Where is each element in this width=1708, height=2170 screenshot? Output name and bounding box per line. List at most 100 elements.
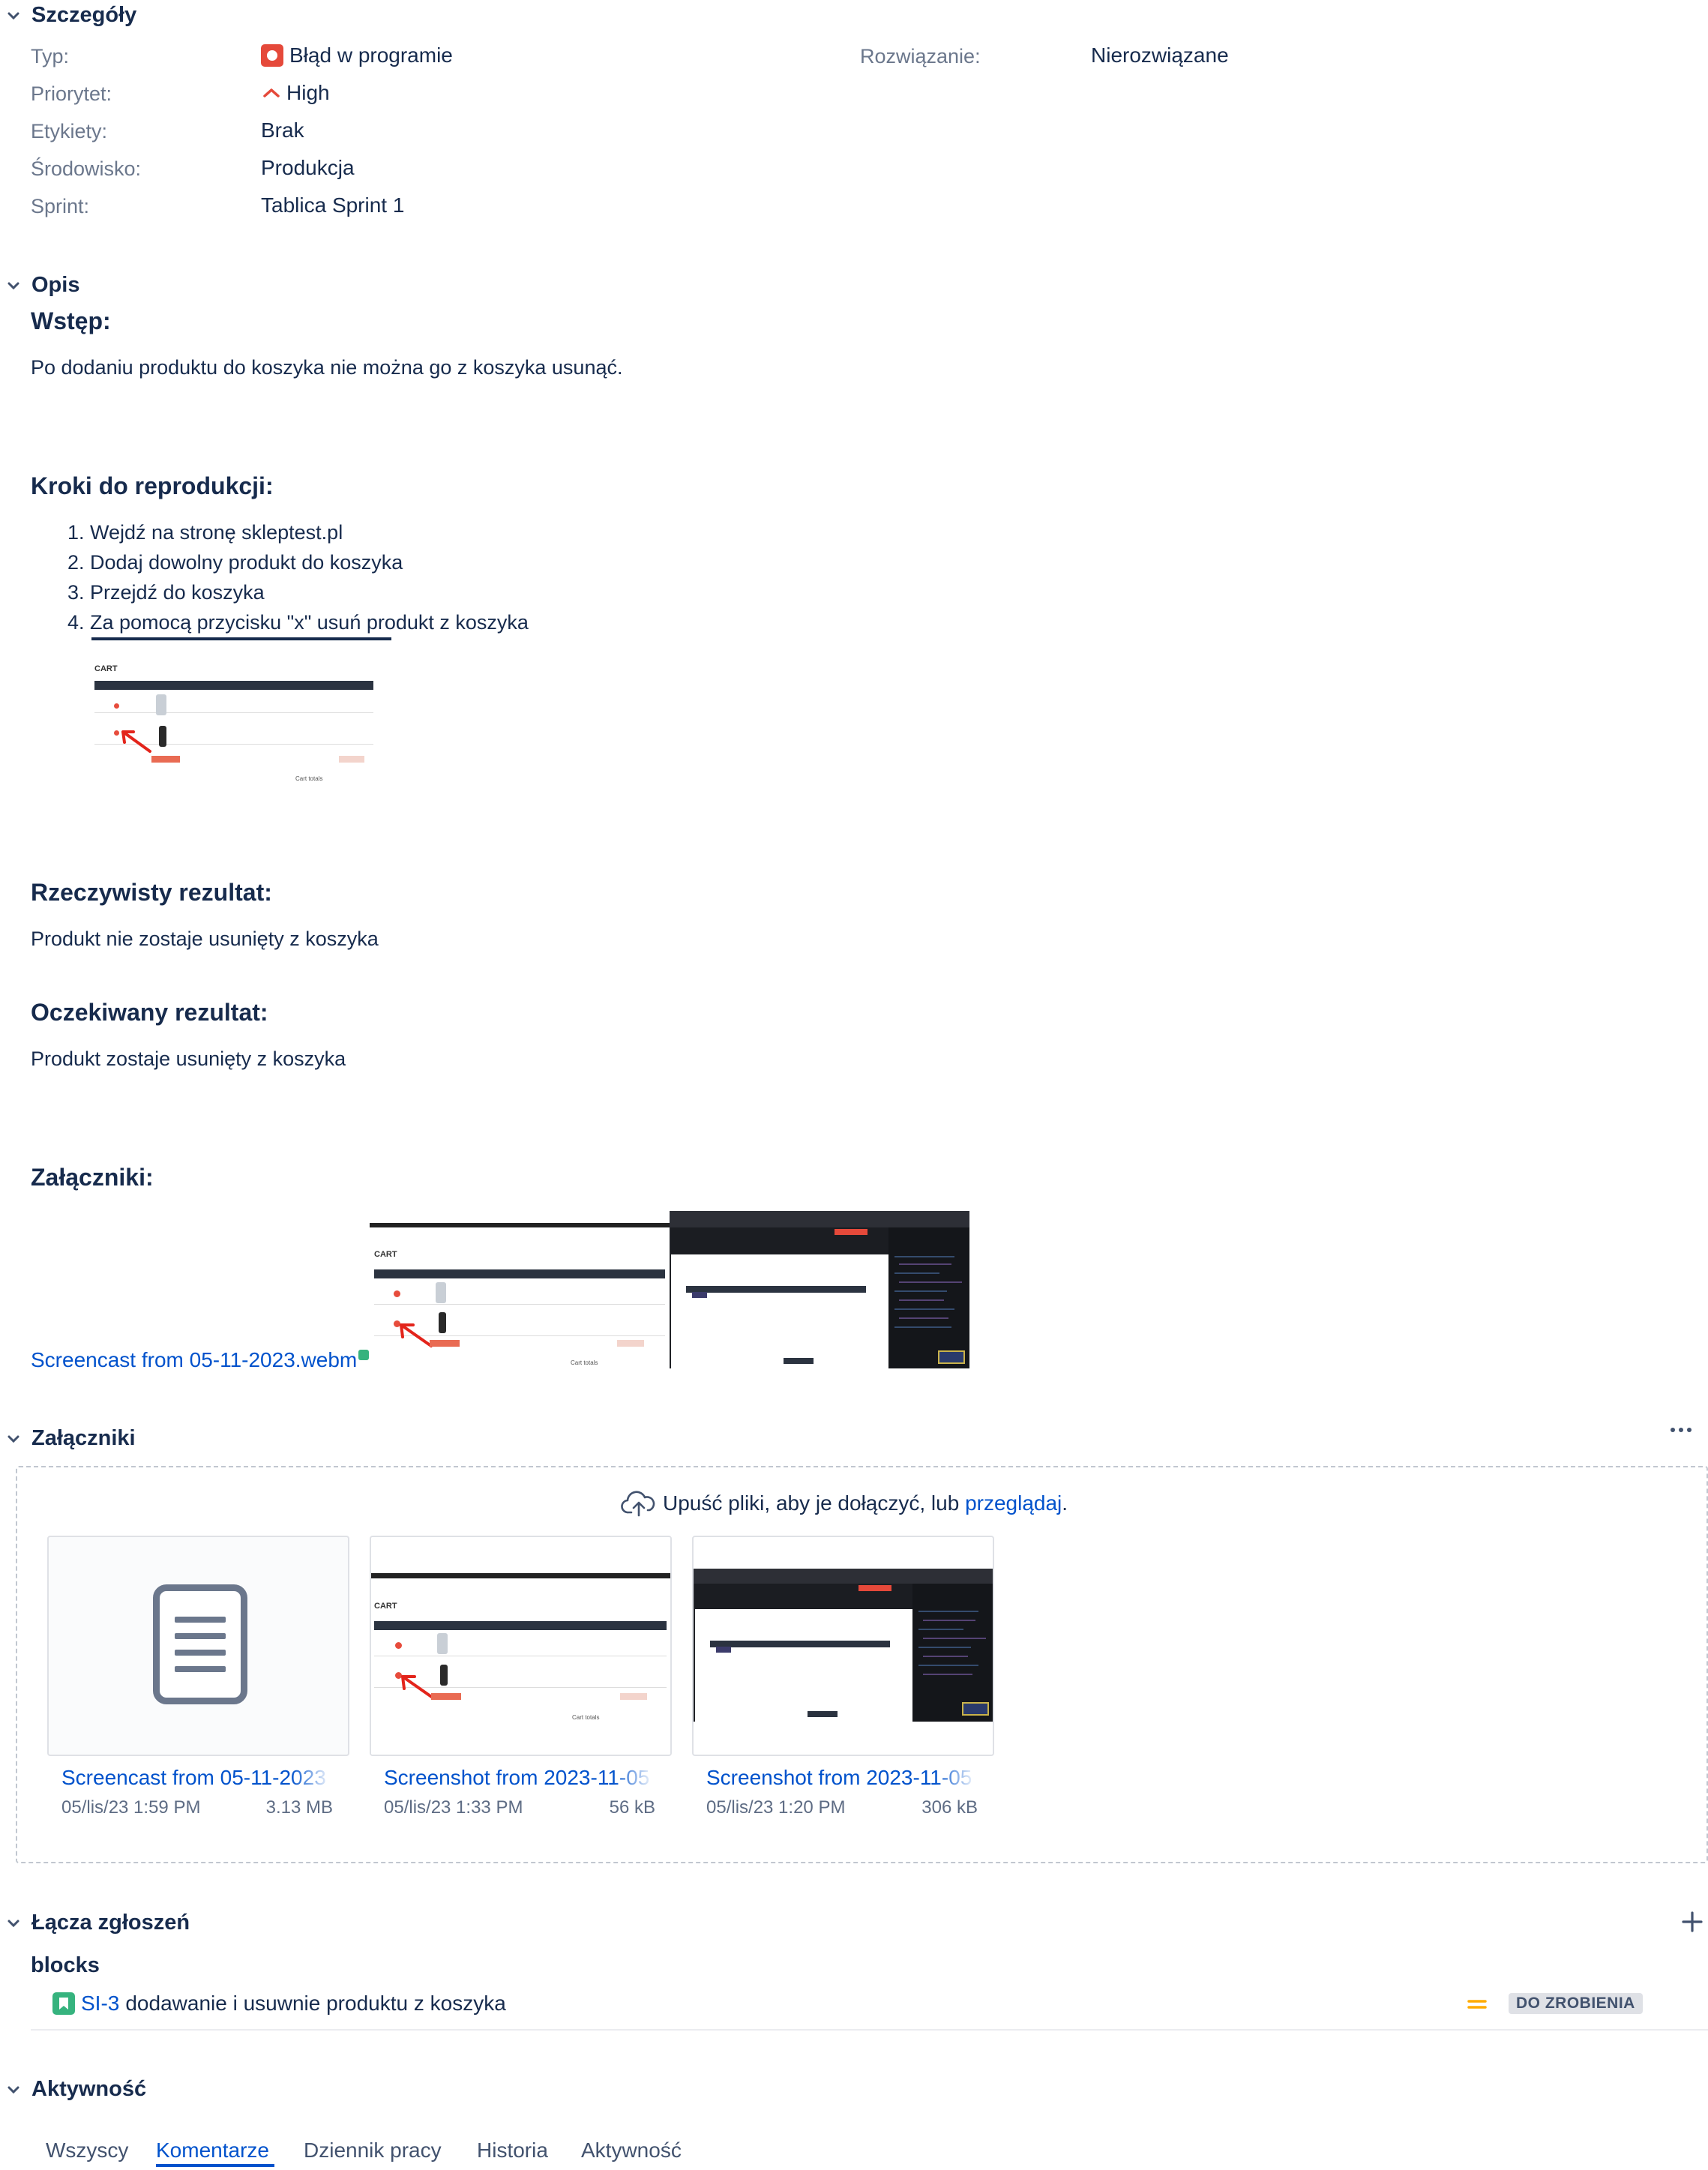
- cart-totals-label: Cart totals: [295, 775, 323, 782]
- actual-text: Produkt nie zostaje usunięty z koszyka: [31, 928, 379, 950]
- plus-icon[interactable]: [1681, 1911, 1704, 1933]
- checkout-button: [808, 1711, 838, 1717]
- dark-table-header: [710, 1641, 890, 1647]
- priority-high-icon: [261, 82, 282, 103]
- remove-dot: [114, 703, 119, 709]
- chevron-down-icon[interactable]: [3, 1913, 24, 1934]
- tab-activity[interactable]: Aktywność: [581, 2139, 682, 2163]
- screencast-link-wrap[interactable]: Screencast from 05-11-2023.webm: [31, 1348, 370, 1372]
- type-value: Błąd w programie: [261, 43, 453, 67]
- attachment-file-date: 05/lis/23 1:20 PM: [706, 1797, 846, 1818]
- minimap-box: [962, 1702, 989, 1716]
- tab-comments[interactable]: Komentarze: [156, 2139, 269, 2163]
- web-page-area: [671, 1254, 888, 1368]
- product-image: [439, 1312, 446, 1333]
- cloud-upload-icon: [621, 1488, 657, 1518]
- tab-active-indicator: [156, 2164, 274, 2167]
- code-line: [899, 1263, 951, 1265]
- drop-hint-end: .: [1062, 1491, 1068, 1515]
- browser-toolbar: [694, 1569, 993, 1584]
- actual-title: Rzeczywisty rezultat:: [31, 879, 272, 906]
- drop-hint-text: Upuść pliki, aby je dołączyć, lub: [663, 1491, 966, 1515]
- red-arrow-icon: [121, 730, 151, 753]
- divider: [31, 2029, 1708, 2031]
- inline-cart-screenshot[interactable]: CART Cart totals: [91, 652, 379, 786]
- step-item: 3. Przejdź do koszyka: [67, 581, 265, 604]
- web-page-area: [695, 1609, 912, 1722]
- linked-issue-key[interactable]: SI-3: [81, 1992, 119, 2016]
- browser-toolbar: [670, 1211, 969, 1227]
- chevron-down-icon[interactable]: [3, 2079, 24, 2100]
- section-description-header[interactable]: Opis: [0, 273, 79, 298]
- resolution-label: Rozwiązanie:: [860, 45, 981, 67]
- attachment-file-name[interactable]: Screencast from 05-11-2023: [61, 1766, 331, 1790]
- selection-box: [692, 1292, 707, 1298]
- inline-attachment-screenshot-1[interactable]: CART Cart totals: [370, 1211, 670, 1368]
- linked-issue-title[interactable]: dodawanie i usuwnie produktu z koszyka: [125, 1992, 505, 2016]
- code-line: [894, 1308, 954, 1310]
- section-description-title: Opis: [31, 273, 80, 297]
- labels-label: Etykiety:: [31, 120, 108, 142]
- status-badge[interactable]: DO ZROBIENIA: [1509, 1993, 1643, 2014]
- resolution-value: Nierozwiązane: [1091, 43, 1229, 67]
- expected-title: Oczekiwany rezultat:: [31, 999, 268, 1026]
- link-relation-label: blocks: [31, 1953, 100, 1977]
- code-line: [894, 1272, 939, 1274]
- linked-issue-row[interactable]: SI-3 dodawanie i usuwnie produktu z kosz…: [52, 1992, 506, 2016]
- remove-dot: [395, 1642, 402, 1649]
- steps-list: 1. Wejdź na stronę skleptest.pl 2. Dodaj…: [67, 517, 529, 637]
- section-attachments-header[interactable]: Załączniki: [0, 1426, 136, 1451]
- document-icon: [153, 1584, 247, 1704]
- browse-link[interactable]: przeglądaj: [965, 1491, 1062, 1515]
- section-activity-title: Aktywność: [31, 2077, 147, 2101]
- environment-value[interactable]: Produkcja: [261, 156, 355, 180]
- attachment-card-thumbnail[interactable]: CART Cart totals: [370, 1536, 672, 1756]
- more-icon[interactable]: [1671, 1428, 1692, 1432]
- header-accent: [835, 1229, 867, 1235]
- priority-value: High: [261, 81, 330, 105]
- code-line: [894, 1326, 951, 1328]
- step-item: 1. Wejdź na stronę skleptest.pl: [67, 521, 343, 544]
- attachment-card-thumbnail[interactable]: [692, 1536, 994, 1756]
- devtools-panel: [888, 1227, 969, 1368]
- cart-totals-label: Cart totals: [571, 1359, 598, 1366]
- screenshot-topbar: [370, 1223, 670, 1227]
- tab-worklog[interactable]: Dziennik pracy: [304, 2139, 442, 2163]
- attachment-file-name[interactable]: Screenshot from 2023-11-05: [706, 1766, 976, 1790]
- labels-value[interactable]: Brak: [261, 118, 304, 142]
- chevron-down-icon[interactable]: [3, 5, 24, 26]
- remove-dot: [394, 1290, 400, 1297]
- bug-icon: [261, 44, 283, 67]
- coupon-button: [617, 1340, 644, 1347]
- cart-title: CART: [94, 664, 118, 673]
- section-activity-header[interactable]: Aktywność: [0, 2077, 146, 2102]
- section-issue-links-title: Łącza zgłoszeń: [31, 1911, 190, 1935]
- cart-table-header: [94, 681, 373, 690]
- screencast-attachment-link[interactable]: Screencast from 05-11-2023.webm: [31, 1348, 357, 1372]
- attachment-card-thumbnail[interactable]: [47, 1536, 349, 1756]
- story-icon: [52, 1992, 75, 2015]
- coupon-button: [339, 756, 364, 763]
- sprint-value[interactable]: Tablica Sprint 1: [261, 193, 404, 217]
- sprint-label: Sprint:: [31, 195, 90, 217]
- section-issue-links-header[interactable]: Łącza zgłoszeń: [0, 1911, 190, 1935]
- inline-attachment-screenshot-2[interactable]: [670, 1211, 969, 1368]
- dark-table-header: [686, 1286, 866, 1293]
- tab-history[interactable]: Historia: [477, 2139, 548, 2163]
- attachment-file-name[interactable]: Screenshot from 2023-11-05: [384, 1766, 654, 1790]
- cart-row-line: [94, 712, 373, 713]
- product-image: [437, 1633, 448, 1654]
- product-image: [159, 726, 166, 747]
- chevron-down-icon[interactable]: [3, 1428, 24, 1449]
- priority-medium-icon: [1467, 1995, 1488, 2014]
- devtools-panel: [912, 1584, 993, 1722]
- drop-hint: Upuść pliki, aby je dołączyć, lub przegl…: [621, 1488, 1068, 1518]
- expected-text: Produkt zostaje usunięty z koszyka: [31, 1048, 346, 1070]
- code-line: [899, 1317, 948, 1319]
- tab-all[interactable]: Wszyscy: [46, 2139, 128, 2163]
- section-details-header[interactable]: Szczegóły: [0, 3, 136, 28]
- priority-value-text: High: [286, 81, 330, 104]
- minimap-box: [938, 1350, 965, 1364]
- product-image: [156, 694, 166, 715]
- chevron-down-icon[interactable]: [3, 275, 24, 296]
